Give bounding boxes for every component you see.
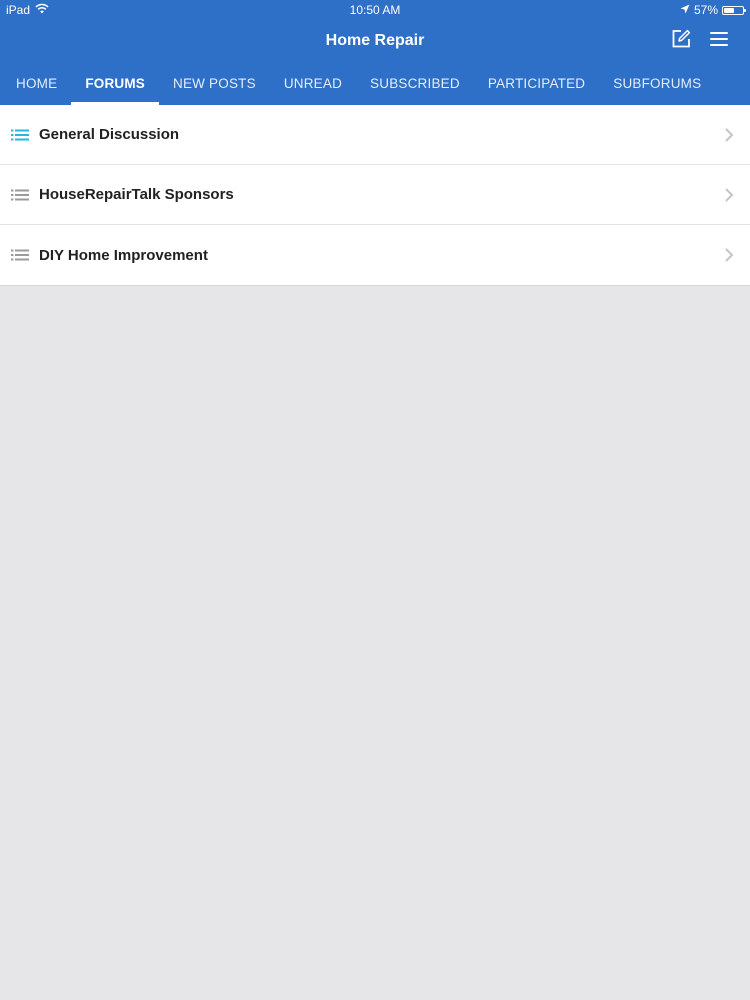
forum-list: General Discussion HouseRepairTalk Spons… bbox=[0, 105, 750, 286]
status-bar: iPad 10:50 AM 57% bbox=[0, 0, 750, 20]
tab-label: HOME bbox=[16, 76, 58, 91]
chevron-right-icon bbox=[724, 247, 734, 263]
list-item[interactable]: DIY Home Improvement bbox=[0, 225, 750, 285]
app-header: iPad 10:50 AM 57% Home Repair HOME FORUM… bbox=[0, 0, 750, 105]
hamburger-menu-icon bbox=[709, 31, 729, 52]
list-icon bbox=[11, 249, 29, 261]
tab-label: UNREAD bbox=[283, 76, 343, 91]
battery-percent: 57% bbox=[693, 3, 718, 17]
menu-button[interactable] bbox=[708, 30, 730, 52]
tab-unread[interactable]: UNREAD bbox=[270, 62, 356, 105]
tab-label: NEW POSTS bbox=[173, 76, 256, 91]
forum-name: HouseRepairTalk Sponsors bbox=[39, 186, 234, 203]
tab-label: FORUMS bbox=[85, 76, 146, 91]
location-arrow-icon bbox=[680, 0, 690, 20]
tab-subscribed[interactable]: SUBSCRIBED bbox=[356, 62, 474, 105]
compose-icon bbox=[671, 29, 691, 54]
status-right: 57% bbox=[680, 0, 746, 20]
tab-home[interactable]: HOME bbox=[0, 62, 71, 105]
forum-name: DIY Home Improvement bbox=[39, 246, 208, 264]
tab-new-posts[interactable]: NEW POSTS bbox=[159, 62, 270, 105]
chevron-right-icon bbox=[724, 127, 734, 143]
tab-forums[interactable]: FORUMS bbox=[71, 62, 159, 105]
list-icon bbox=[11, 129, 29, 141]
compose-button[interactable] bbox=[670, 29, 692, 54]
tab-label: PARTICIPATED bbox=[487, 76, 586, 91]
tab-subforums[interactable]: SUBFORUMS bbox=[599, 62, 715, 105]
status-time: 10:50 AM bbox=[349, 3, 401, 17]
battery-level-fill bbox=[724, 7, 734, 13]
battery-icon bbox=[722, 5, 746, 15]
nav-header: Home Repair bbox=[0, 20, 750, 62]
list-icon bbox=[11, 189, 29, 201]
chevron-right-icon bbox=[724, 187, 734, 203]
header-actions bbox=[670, 29, 730, 54]
tab-participated[interactable]: PARTICIPATED bbox=[474, 62, 599, 105]
page-title: Home Repair bbox=[325, 32, 425, 49]
tab-bar: HOME FORUMS NEW POSTS UNREAD SUBSCRIBED … bbox=[0, 62, 750, 105]
forum-name: General Discussion bbox=[39, 126, 180, 143]
list-item[interactable]: HouseRepairTalk Sponsors bbox=[0, 165, 750, 225]
list-item[interactable]: General Discussion bbox=[0, 105, 750, 165]
tab-label: SUBFORUMS bbox=[613, 76, 702, 91]
tab-label: SUBSCRIBED bbox=[370, 76, 460, 91]
